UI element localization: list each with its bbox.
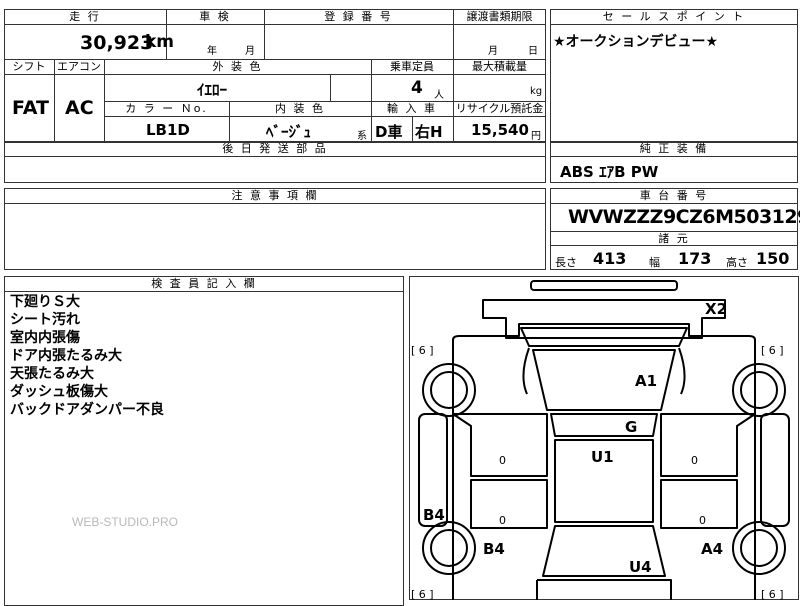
- import-label: 輸 入 車: [387, 102, 437, 115]
- length-label: 長さ: [555, 256, 577, 269]
- width-label: 幅: [649, 256, 660, 269]
- interior-color-label: 内 装 色: [275, 102, 325, 115]
- note-item: 室内内張傷: [10, 330, 80, 346]
- dimensions-label: 諸 元: [658, 232, 690, 245]
- max-load-label: 最大積載量: [472, 60, 527, 73]
- chassis-number: WVWZZZ9CZ6M503129: [568, 206, 800, 228]
- watermark: WEB-STUDIO.PRO: [72, 515, 179, 529]
- chassis-label: 車 台 番 号: [639, 189, 709, 202]
- interior-color-value: ﾍﾞｰｼﾞｭ: [266, 123, 312, 141]
- import-steering: 右H: [415, 123, 443, 141]
- genuine-equipment-text: ABS ｴｱB PW: [560, 163, 659, 181]
- import-type: D車: [375, 123, 403, 141]
- mark-x2: X2: [705, 300, 727, 318]
- capacity-label: 乗車定員: [390, 60, 434, 73]
- note-item: バックドアダンパー不良: [10, 402, 164, 418]
- height-label: 高さ: [726, 256, 748, 269]
- tire-label-rear-right: [ 6 ]: [761, 588, 784, 600]
- mark-g: G: [625, 418, 637, 436]
- shift-label: シフト: [12, 60, 46, 73]
- caution-label: 注 意 事 項 欄: [231, 189, 319, 202]
- transfer-month: 月: [488, 46, 498, 57]
- recycle-unit: 円: [531, 131, 541, 142]
- note-item: 下廻りＳ大: [10, 294, 80, 310]
- aircon-value: AC: [65, 97, 94, 119]
- sales-point-label: セ ー ル ス ポ イ ン ト: [602, 10, 746, 23]
- registration-label: 登 録 番 号: [324, 10, 393, 23]
- mark-b4-left: B4: [423, 506, 445, 524]
- note-item: ドア内張たるみ大: [10, 348, 122, 364]
- tire-label-front-left: [ 6 ]: [411, 344, 434, 357]
- transfer-day: 日: [528, 46, 538, 57]
- sales-point-text: ★オークションデビュー★: [553, 34, 719, 50]
- car-condition-diagram: [ 6 ] [ 6 ] [ 6 ] [ 6 ] 0 0 0 0 X2 A1 G …: [409, 276, 799, 600]
- mark-b4: B4: [483, 540, 505, 558]
- zero-mark: 0: [499, 514, 506, 527]
- inspector-notes: 下廻りＳ大 シート汚れ 室内内張傷 ドア内張たるみ大 天張たるみ大 ダッシュ板傷…: [10, 293, 164, 419]
- sales-point-box: [550, 9, 798, 143]
- mark-u4: U4: [629, 558, 652, 576]
- zero-mark: 0: [499, 454, 506, 467]
- max-load-unit: kg: [530, 86, 543, 97]
- capacity-unit: 人: [434, 90, 444, 101]
- width-value: 173: [678, 249, 712, 268]
- inspection-label: 車 検: [199, 10, 231, 23]
- inspection-month: 月: [245, 46, 255, 57]
- mileage-value: 30,923: [80, 32, 154, 54]
- zero-mark: 0: [691, 454, 698, 467]
- capacity-value: 4: [411, 78, 423, 98]
- tire-label-rear-left: [ 6 ]: [411, 588, 434, 600]
- interior-color-suffix: 系: [357, 131, 367, 142]
- note-item: シート汚れ: [10, 312, 80, 328]
- height-value: 150: [756, 249, 790, 268]
- mark-u1: U1: [591, 448, 614, 466]
- inspection-year: 年: [207, 46, 217, 57]
- note-item: ダッシュ板傷大: [10, 384, 108, 400]
- note-item: 天張たるみ大: [10, 366, 94, 382]
- shift-value: FAT: [12, 97, 49, 119]
- tire-label-front-right: [ 6 ]: [761, 344, 784, 357]
- color-no-label: カ ラ ー Ｎo.: [125, 102, 208, 115]
- mark-a1: A1: [635, 372, 657, 390]
- exterior-color-value: ｲｴﾛｰ: [197, 81, 228, 99]
- genuine-equipment-label: 純 正 装 備: [639, 142, 709, 155]
- aircon-label: エアコン: [57, 60, 101, 73]
- transfer-deadline-label: 譲渡書類期限: [466, 10, 533, 23]
- mileage-label: 走 行: [69, 10, 101, 23]
- mark-a4: A4: [701, 540, 723, 558]
- zero-mark: 0: [699, 514, 706, 527]
- recycle-label: リサイクル預託金: [455, 102, 544, 115]
- color-no-value: LB1D: [146, 121, 190, 139]
- length-value: 413: [593, 249, 627, 268]
- inspector-label: 検 査 員 記 入 欄: [151, 277, 257, 290]
- later-parts-label: 後 日 発 送 部 品: [222, 142, 328, 155]
- exterior-color-label: 外 装 色: [212, 60, 263, 73]
- mileage-unit: km: [145, 32, 175, 52]
- recycle-value: 15,540: [471, 121, 529, 139]
